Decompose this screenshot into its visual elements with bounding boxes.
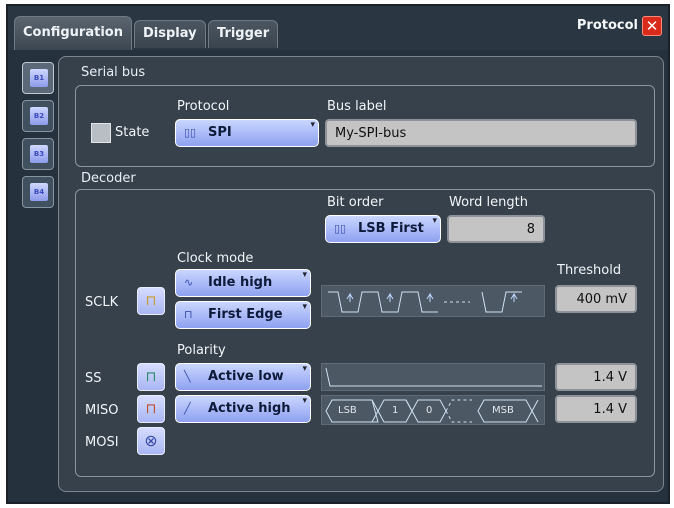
active-low-icon: ╲ — [184, 370, 191, 383]
first-edge-waveform-icon: ⊓ — [184, 308, 193, 321]
bit-order-icon: ▯▯ — [334, 222, 347, 235]
dropdown-corner-icon: ▾ — [302, 364, 307, 374]
dropdown-corner-icon: ▾ — [302, 302, 307, 312]
dropdown-corner-icon: ▾ — [302, 270, 307, 280]
signal-waveform-icon: ⊓ — [145, 369, 157, 385]
sclk-waveform — [321, 285, 545, 317]
serial-bus-heading: Serial bus — [81, 65, 146, 80]
ss-waveform-graphic — [325, 367, 542, 387]
ss-polarity-value: Active low — [208, 369, 284, 384]
clock-edge-dropdown[interactable]: ⊓ First Edge ▾ — [175, 301, 311, 329]
signal-waveform-icon: ⊓ — [145, 401, 157, 417]
configuration-panel: Serial bus State Protocol ▯▯ SPI ▾ Bus la… — [58, 56, 664, 492]
ss-polarity-dropdown[interactable]: ╲ Active low ▾ — [175, 363, 311, 391]
tab-configuration[interactable]: Configuration — [14, 16, 132, 50]
dropdown-corner-icon: ▾ — [310, 120, 315, 130]
protocol-window: Configuration Display Trigger Protocol ✕… — [6, 4, 670, 504]
bit-order-value: LSB First — [358, 221, 424, 236]
clock-idle-value: Idle high — [208, 275, 273, 290]
ss-waveform — [321, 363, 545, 391]
sclk-threshold-input[interactable]: 400 mV — [555, 285, 637, 313]
serial-bus-icon: ▯▯ — [184, 126, 197, 139]
mosi-label: MOSI — [85, 435, 119, 450]
disabled-circle-x-icon: ⊗ — [144, 431, 158, 450]
protocol-label: Protocol — [177, 99, 230, 114]
bus-chip-icon: B1 — [30, 69, 48, 87]
protocol-dropdown[interactable]: ▯▯ SPI ▾ — [175, 119, 319, 147]
miso-polarity-dropdown[interactable]: ╱ Active high ▾ — [175, 395, 311, 423]
miso-label: MISO — [85, 403, 119, 418]
clock-edge-value: First Edge — [208, 307, 283, 322]
bus-label-label: Bus label — [327, 99, 387, 114]
word-length-label: Word length — [449, 195, 528, 210]
word-length-input[interactable]: 8 — [447, 215, 545, 243]
miso-polarity-value: Active high — [208, 401, 291, 416]
miso-bit-one-label: 1 — [392, 405, 399, 416]
ss-signal-icon[interactable]: ⊓ — [137, 363, 165, 391]
window-title: Protocol — [576, 18, 638, 33]
threshold-label: Threshold — [557, 263, 622, 278]
mosi-signal-icon[interactable]: ⊗ — [137, 427, 165, 455]
ss-label: SS — [85, 371, 102, 386]
bus-button-b2[interactable]: B2 — [22, 100, 54, 132]
tab-trigger[interactable]: Trigger — [208, 20, 279, 48]
active-high-icon: ╱ — [184, 402, 191, 415]
decoder-heading: Decoder — [81, 171, 136, 186]
dropdown-corner-icon: ▾ — [302, 396, 307, 406]
miso-threshold-input[interactable]: 1.4 V — [555, 395, 637, 423]
clock-idle-dropdown[interactable]: ∿ Idle high ▾ — [175, 269, 311, 297]
bus-label-input[interactable]: My-SPI-bus — [325, 119, 637, 147]
bus-button-b1[interactable]: B1 — [22, 62, 54, 94]
bus-chip-icon: B3 — [30, 145, 48, 163]
signal-waveform-icon: ⊓ — [145, 293, 157, 309]
bus-chip-icon: B2 — [30, 107, 48, 125]
state-label: State — [115, 125, 150, 140]
bit-order-dropdown[interactable]: ▯▯ LSB First ▾ — [325, 215, 441, 243]
bus-chip-icon: B4 — [30, 183, 48, 201]
idle-high-waveform-icon: ∿ — [184, 276, 194, 289]
protocol-value: SPI — [208, 125, 232, 140]
title-bar: Configuration Display Trigger Protocol ✕ — [8, 6, 668, 50]
dropdown-corner-icon: ▾ — [432, 216, 437, 226]
clock-mode-label: Clock mode — [177, 251, 254, 266]
sclk-waveform-graphic — [328, 291, 522, 313]
miso-msb-label: MSB — [492, 405, 514, 416]
state-checkbox[interactable] — [91, 123, 111, 143]
bus-button-b3[interactable]: B3 — [22, 138, 54, 170]
sclk-label: SCLK — [85, 295, 119, 310]
bus-button-b4[interactable]: B4 — [22, 176, 54, 208]
polarity-label: Polarity — [177, 343, 226, 358]
miso-waveform: LSB 1 0 MSB — [321, 395, 545, 425]
bit-order-label: Bit order — [327, 195, 384, 210]
miso-lsb-label: LSB — [338, 405, 357, 416]
miso-bit-zero-label: 0 — [426, 405, 433, 416]
sclk-signal-icon[interactable]: ⊓ — [137, 287, 165, 315]
tab-display[interactable]: Display — [134, 20, 206, 48]
close-button[interactable]: ✕ — [642, 16, 662, 36]
ss-threshold-input[interactable]: 1.4 V — [555, 363, 637, 391]
miso-signal-icon[interactable]: ⊓ — [137, 395, 165, 423]
